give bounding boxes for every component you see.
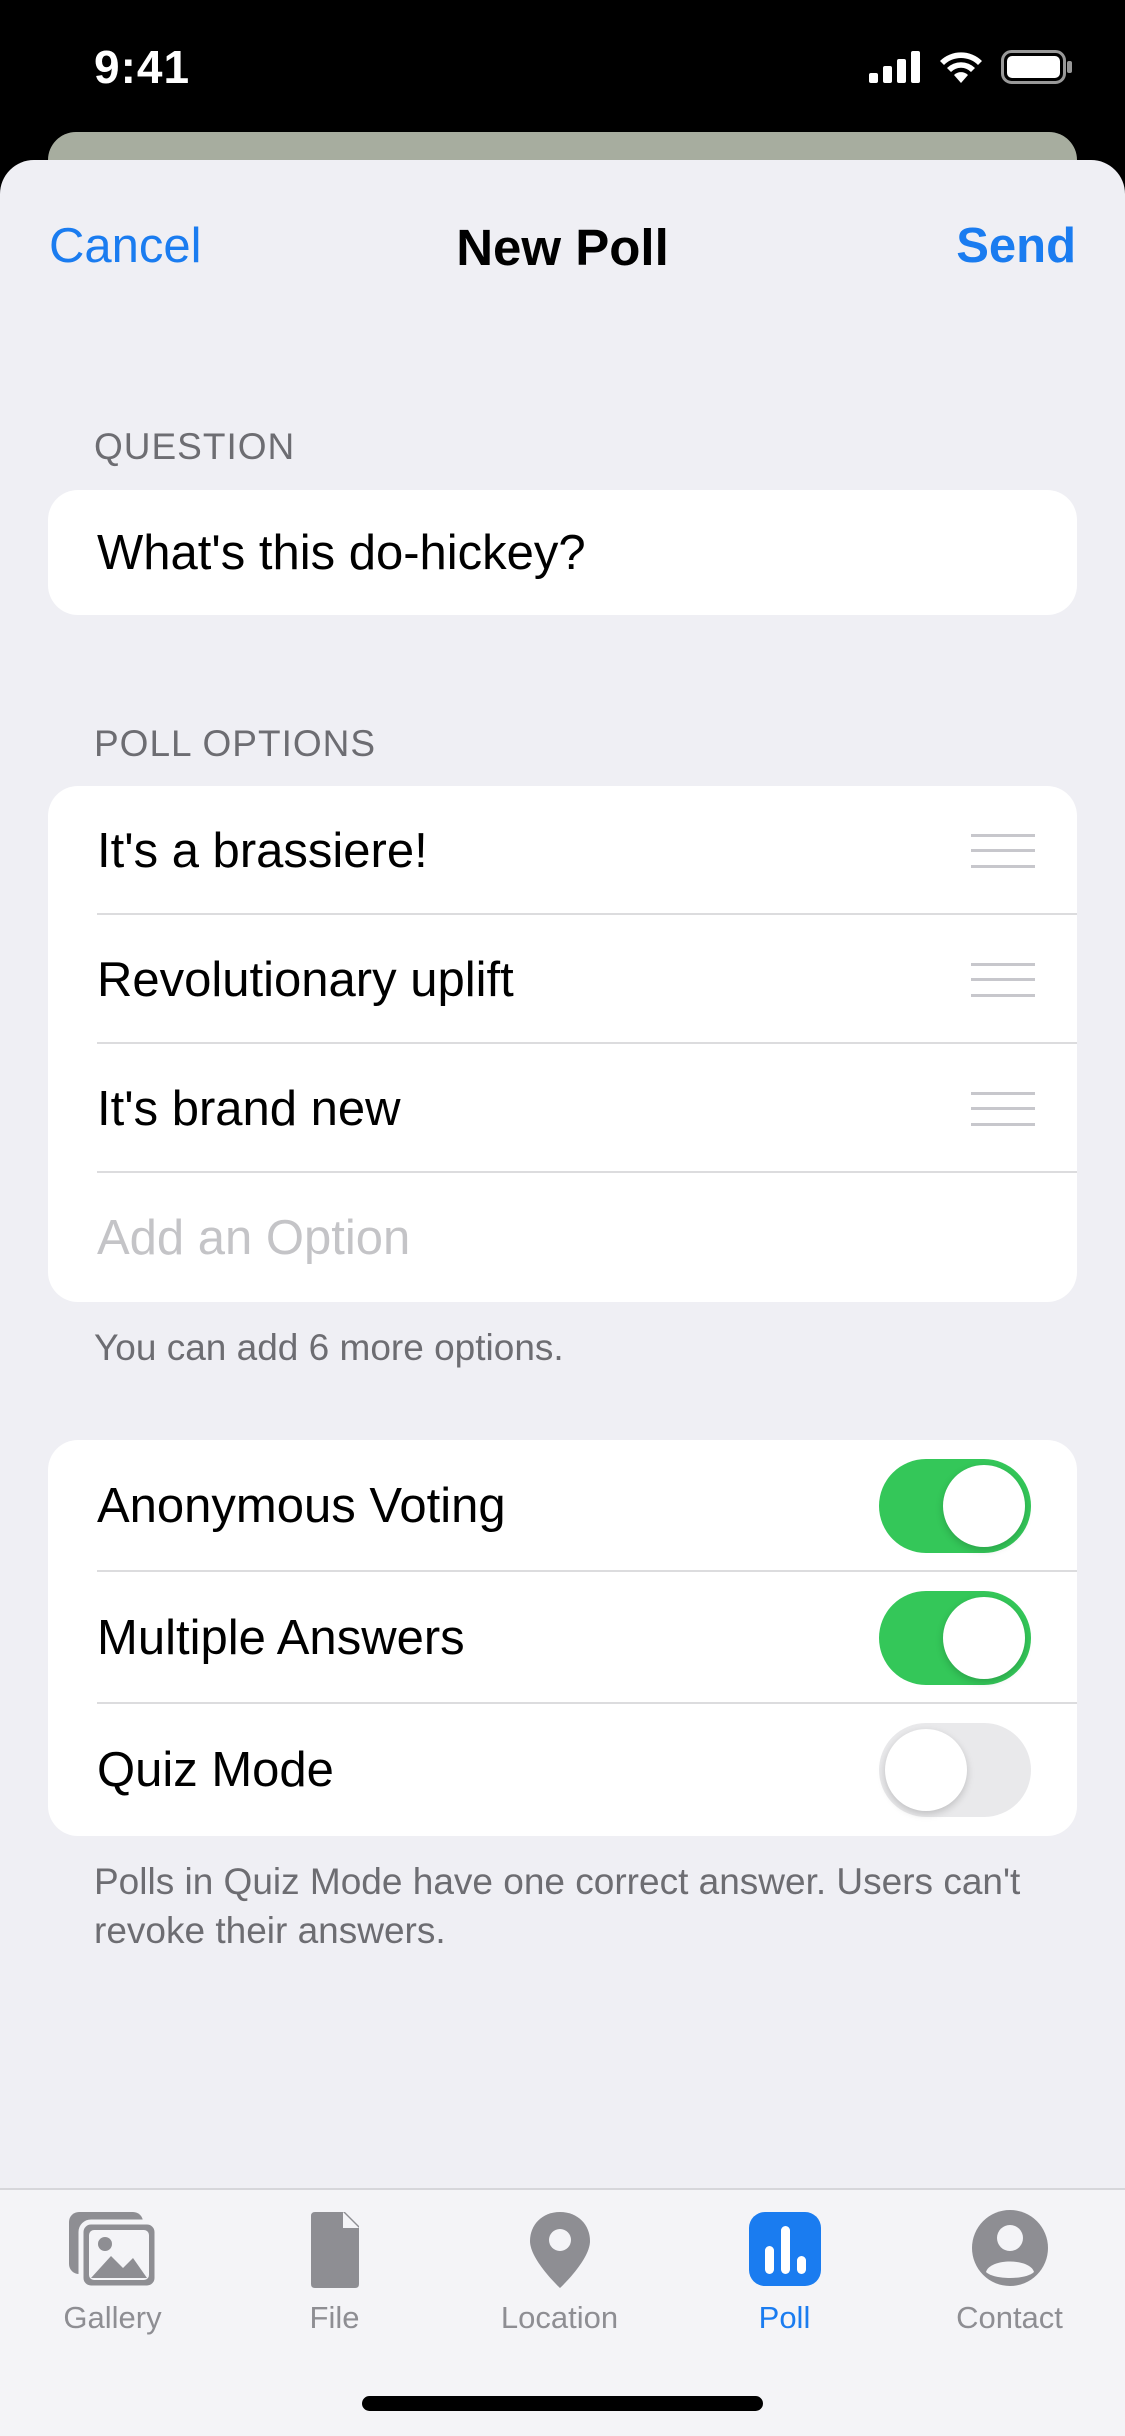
- poll-options-header: POLL OPTIONS: [94, 723, 377, 764]
- contact-icon: [971, 2210, 1048, 2286]
- quiz-mode-row: Quiz Mode: [48, 1704, 1077, 1836]
- location-pin-icon: [529, 2212, 590, 2288]
- home-indicator[interactable]: [362, 2396, 763, 2411]
- quiz-mode-label: Quiz Mode: [97, 1743, 334, 1797]
- multiple-answers-toggle[interactable]: [879, 1591, 1031, 1685]
- tab-location[interactable]: Location: [447, 2208, 672, 2358]
- drag-handle-icon[interactable]: [971, 962, 1035, 997]
- anonymous-voting-label: Anonymous Voting: [97, 1479, 506, 1533]
- battery-icon: [1001, 50, 1072, 84]
- quiz-mode-toggle[interactable]: [879, 1723, 1031, 1817]
- add-option-placeholder: Add an Option: [97, 1210, 411, 1265]
- drag-handle-icon[interactable]: [971, 1091, 1035, 1126]
- gallery-icon: [68, 2212, 159, 2291]
- poll-settings-card: Anonymous Voting Multiple Answers Quiz M…: [48, 1440, 1077, 1836]
- poll-option-text: It's a brassiere!: [97, 823, 428, 878]
- tab-file[interactable]: File: [222, 2208, 447, 2358]
- question-header: QUESTION: [94, 426, 296, 467]
- cancel-button[interactable]: Cancel: [49, 218, 202, 274]
- tab-label: Poll: [758, 2300, 811, 2335]
- options-remaining-note: You can add 6 more options.: [94, 1327, 564, 1368]
- tab-label: Contact: [956, 2300, 1063, 2335]
- poll-option-row[interactable]: Revolutionary uplift: [48, 915, 1077, 1044]
- multiple-answers-row: Multiple Answers: [48, 1572, 1077, 1704]
- anonymous-voting-toggle[interactable]: [879, 1459, 1031, 1553]
- question-input[interactable]: What's this do-hickey?: [48, 490, 1077, 615]
- tab-gallery[interactable]: Gallery: [0, 2208, 225, 2358]
- tab-label: Gallery: [63, 2300, 162, 2335]
- send-button[interactable]: Send: [956, 218, 1076, 274]
- question-text: What's this do-hickey?: [97, 525, 586, 580]
- status-bar: 9:41: [0, 0, 1125, 140]
- wifi-icon: [940, 52, 982, 83]
- drag-handle-icon[interactable]: [971, 833, 1035, 868]
- poll-option-text: It's brand new: [97, 1081, 401, 1136]
- anonymous-voting-row: Anonymous Voting: [48, 1440, 1077, 1572]
- tab-poll[interactable]: Poll: [672, 2208, 897, 2358]
- poll-option-text: Revolutionary uplift: [97, 952, 514, 1007]
- tab-label: File: [309, 2300, 360, 2335]
- poll-icon: [748, 2212, 821, 2286]
- status-time: 9:41: [94, 41, 191, 93]
- file-icon: [310, 2212, 359, 2288]
- cellular-signal-icon: [869, 51, 920, 83]
- status-icons: [869, 50, 1073, 84]
- tab-label: Location: [500, 2300, 619, 2335]
- navigation-bar: Cancel New Poll Send: [0, 160, 1125, 330]
- tab-contact[interactable]: Contact: [897, 2208, 1122, 2358]
- new-poll-sheet: Cancel New Poll Send QUESTION What's thi…: [0, 160, 1125, 2436]
- multiple-answers-label: Multiple Answers: [97, 1611, 465, 1665]
- poll-options-card: It's a brassiere! Revolutionary uplift I…: [48, 786, 1077, 1302]
- quiz-mode-note: Polls in Quiz Mode have one correct answ…: [94, 1861, 1021, 1951]
- question-card: What's this do-hickey?: [48, 490, 1077, 615]
- add-option-input[interactable]: Add an Option: [48, 1173, 1077, 1302]
- poll-option-row[interactable]: It's a brassiere!: [48, 786, 1077, 915]
- poll-option-row[interactable]: It's brand new: [48, 1044, 1077, 1173]
